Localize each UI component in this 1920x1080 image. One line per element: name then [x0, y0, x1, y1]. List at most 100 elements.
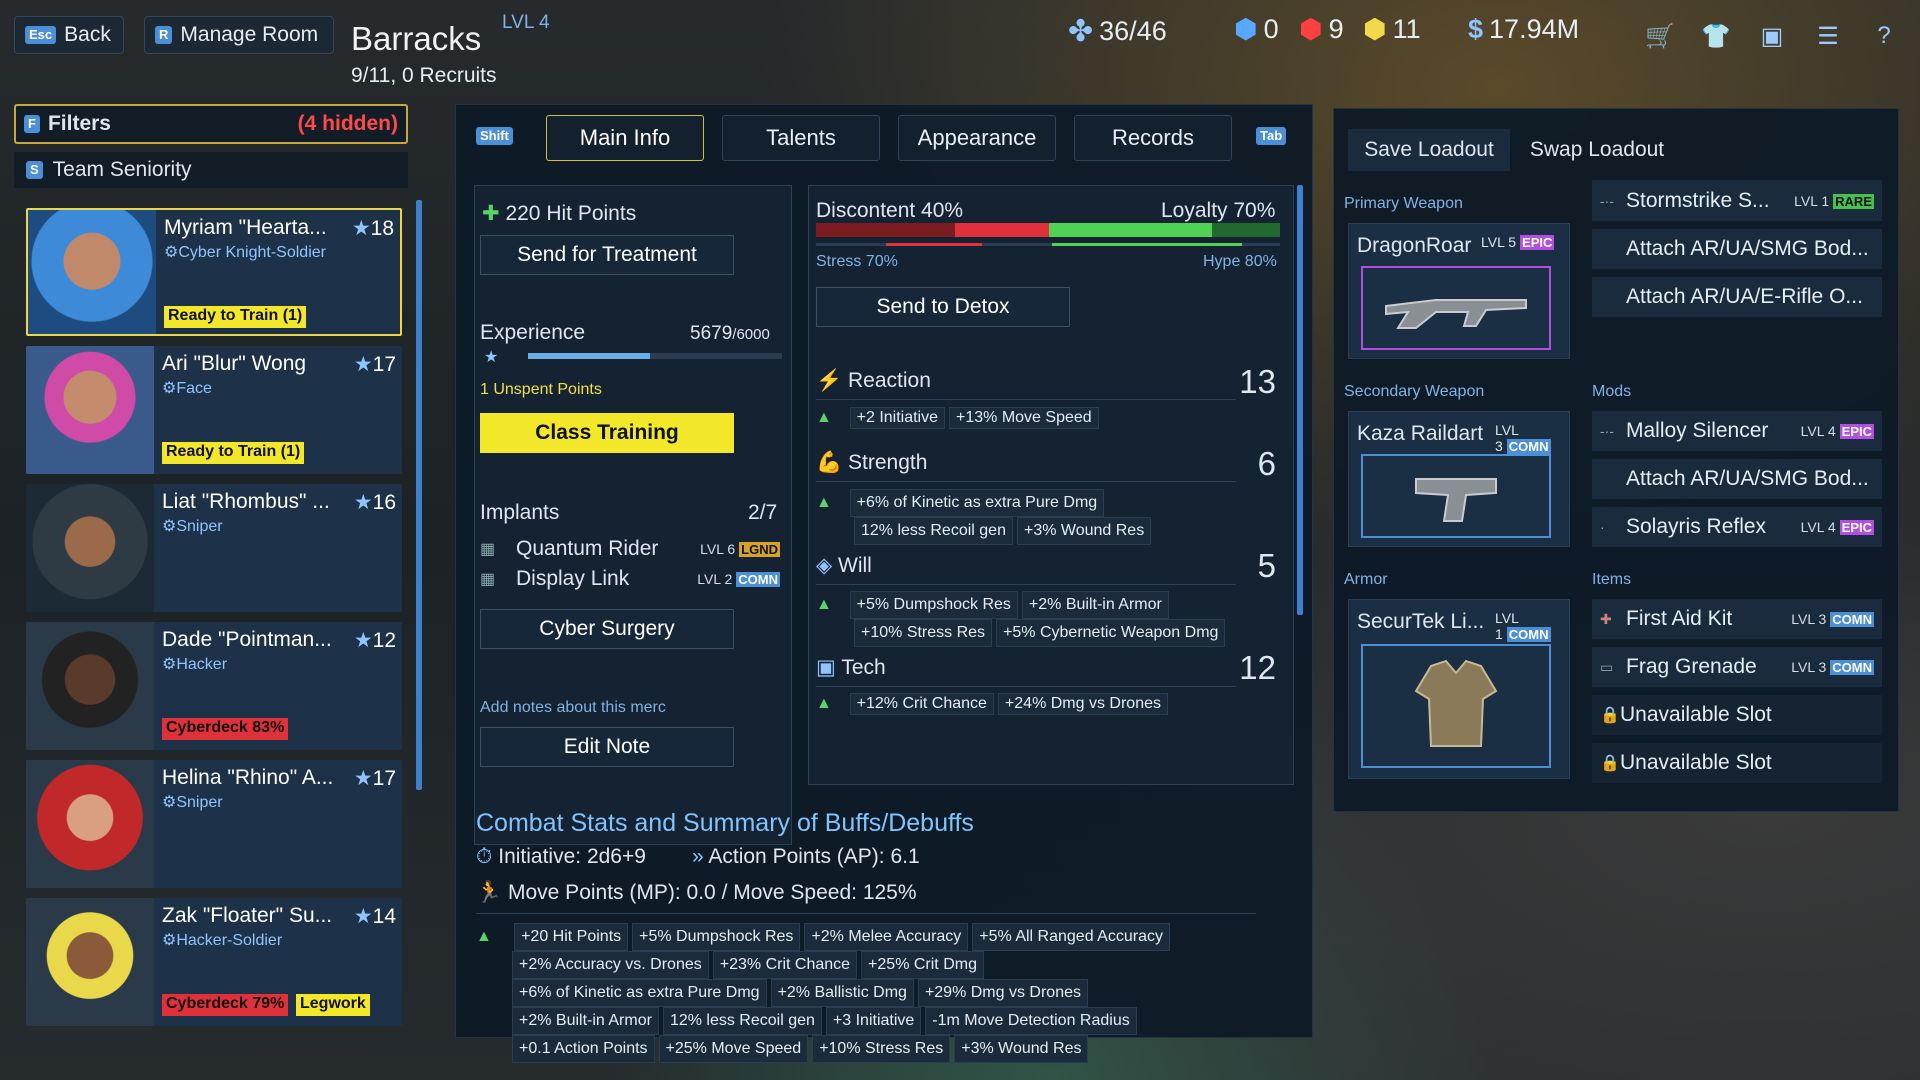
list-icon[interactable]: ☰: [1808, 16, 1848, 56]
merc-level-value: 14: [372, 905, 396, 928]
stat-strength[interactable]: 💪 Strength 6: [816, 445, 1286, 482]
merc-class: ⚙Cyber Knight-Soldier: [164, 244, 326, 261]
filters-button[interactable]: F Filters (4 hidden): [14, 104, 408, 144]
blue-value: 0: [1263, 14, 1279, 44]
merc-level-value: 18: [370, 217, 394, 240]
buff-chip: +3% Wound Res: [954, 1035, 1089, 1063]
rarity-badge: COMN: [1506, 627, 1551, 642]
initiative-text: Initiative: 2d6+9: [498, 845, 646, 868]
tab-main-info[interactable]: Main Info: [546, 115, 704, 161]
shirt-icon[interactable]: 👕: [1696, 16, 1736, 56]
merc-card[interactable]: Myriam "Hearta... ★18 ⚙Cyber Knight-Sold…: [26, 208, 402, 336]
mod-slot[interactable]: -·- Stormstrike S... LVL 1 RARE: [1592, 181, 1882, 221]
buff-chip: +5% Cybernetic Weapon Dmg: [996, 619, 1226, 647]
mod-slot[interactable]: Attach AR/UA/E-Rifle O...: [1592, 277, 1882, 317]
mod-name: Malloy Silencer: [1626, 419, 1769, 442]
swap-loadout-button[interactable]: Swap Loadout: [1516, 129, 1678, 171]
back-button[interactable]: Esc Back: [14, 16, 124, 54]
attributes-scrollbar[interactable]: [1297, 185, 1303, 615]
primary-weapon-card[interactable]: DragonRoar LVL 5 EPIC: [1348, 223, 1570, 359]
lock-icon: 🔒: [1600, 755, 1620, 772]
send-to-detox-button[interactable]: Send to Detox: [816, 287, 1070, 327]
mod-slot[interactable]: -·- Malloy Silencer LVL 4 EPIC: [1592, 411, 1882, 451]
save-loadout-button[interactable]: Save Loadout: [1348, 129, 1510, 171]
book-icon[interactable]: ▣: [1752, 16, 1792, 56]
stat-will[interactable]: ◈ Will 5: [816, 547, 1286, 585]
item-slot[interactable]: ✚ First Aid Kit LVL 3 COMN: [1592, 599, 1882, 639]
send-for-treatment-button[interactable]: Send for Treatment: [480, 235, 734, 275]
merc-level-value: 17: [372, 353, 396, 376]
action-points-text: Action Points (AP): 6.1: [708, 845, 920, 868]
stat-buffs: ▲ +5% Dumpshock Res +2% Built-in Armor +1…: [816, 591, 1229, 647]
buff-chip: +5% Dumpshock Res: [849, 591, 1018, 619]
filters-key: F: [24, 115, 40, 133]
manage-room-button[interactable]: R Manage Room: [144, 16, 334, 54]
stat-divider: [816, 399, 1236, 400]
item-slot[interactable]: 🔒 Unavailable Slot: [1592, 695, 1882, 735]
stat-tech[interactable]: ▣ Tech 12: [816, 649, 1286, 687]
buff-chip: +2% Accuracy vs. Drones: [512, 951, 709, 979]
item-slot[interactable]: 🔒 Unavailable Slot: [1592, 743, 1882, 783]
merc-list-scrollbar[interactable]: [416, 200, 422, 790]
merc-name: Liat "Rhombus" ...: [162, 490, 330, 513]
buff-chip: +3 Initiative: [825, 1007, 922, 1035]
merc-details-panel: Shift Main Info Talents Appearance Recor…: [455, 104, 1313, 1063]
mercs-icon: ✤: [1068, 15, 1094, 48]
weapon-name: DragonRoar: [1357, 234, 1472, 257]
merc-level: ★17: [354, 352, 396, 377]
class-training-button[interactable]: Class Training: [480, 413, 734, 453]
merc-card[interactable]: Ari "Blur" Wong ★17 ⚙Face Ready to Train…: [26, 346, 402, 474]
buff-chip: +2% Ballistic Dmg: [770, 979, 914, 1007]
cart-icon[interactable]: 🛒: [1640, 16, 1680, 56]
merc-class: ⚙Face: [162, 380, 212, 397]
edit-note-button[interactable]: Edit Note: [480, 727, 734, 767]
tab-records[interactable]: Records: [1074, 115, 1232, 161]
help-icon[interactable]: ?: [1864, 16, 1904, 56]
hp-icon: ✚: [482, 202, 500, 225]
merc-class-text: Sniper: [176, 794, 223, 811]
mod-name: Attach AR/UA/SMG Bod...: [1626, 467, 1869, 490]
armor-card[interactable]: SecurTek Li... LVL 1 COMN: [1348, 599, 1570, 779]
merc-card[interactable]: Zak "Floater" Su... ★14 ⚙Hacker-Soldier …: [26, 898, 402, 1026]
mod-slot[interactable]: Attach AR/UA/SMG Bod...: [1592, 229, 1882, 269]
tab-appearance[interactable]: Appearance: [898, 115, 1056, 161]
secondary-weapon-card[interactable]: Kaza Raildart LVL 3 COMN: [1348, 411, 1570, 547]
mod-slot[interactable]: Attach AR/UA/SMG Bod...: [1592, 459, 1882, 499]
implant-icon: ▦: [480, 541, 496, 558]
merc-portrait: [26, 760, 154, 888]
cyber-surgery-button[interactable]: Cyber Surgery: [480, 609, 734, 649]
star-icon: ★: [353, 767, 373, 790]
rarity-badge: COMN: [736, 571, 780, 587]
rank-star-icon: ★: [484, 349, 499, 366]
notes-label: Add notes about this merc: [480, 699, 666, 716]
shield-icon: ◈: [816, 554, 833, 577]
loadout-panel: Save Loadout Swap Loadout Primary Weapon…: [1333, 108, 1899, 812]
rarity-badge: EPIC: [1839, 423, 1874, 439]
merc-level: ★18: [352, 216, 394, 241]
merc-card[interactable]: Liat "Rhombus" ... ★16 ⚙Sniper: [26, 484, 402, 612]
filters-label: Filters: [47, 112, 111, 135]
money-value: 17.94M: [1489, 14, 1580, 44]
sort-button[interactable]: S Team Seniority: [14, 152, 408, 188]
merc-name: Helina "Rhino" A...: [162, 766, 334, 789]
tab-talents[interactable]: Talents: [722, 115, 880, 161]
loyalty-segment: [1049, 223, 1212, 237]
stat-reaction[interactable]: ⚡ Reaction 13: [816, 363, 1286, 400]
rarity-badge: EPIC: [1520, 235, 1555, 250]
mod-level: LVL 4: [1800, 519, 1836, 535]
implant-row[interactable]: ▦ Quantum Rider LVL 6 LGND: [480, 537, 780, 561]
item-slot[interactable]: ▭ Frag Grenade LVL 3 COMN: [1592, 647, 1882, 687]
buff-chip: +5% All Ranged Accuracy: [972, 923, 1170, 951]
buff-chip: +0.1 Action Points: [512, 1035, 655, 1063]
implant-row[interactable]: ▦ Display Link LVL 2 COMN: [480, 567, 780, 591]
buff-chip: +25% Crit Dmg: [861, 951, 984, 979]
secondary-weapon-label: Secondary Weapon: [1344, 383, 1485, 400]
mod-slot[interactable]: · Solayris Reflex LVL 4 EPIC: [1592, 507, 1882, 547]
merc-card[interactable]: Dade "Pointman... ★12 ⚙Hacker Cyberdeck …: [26, 622, 402, 750]
merc-status-tag: Ready to Train (1): [162, 442, 305, 464]
merc-status-tag: Legwork: [296, 994, 370, 1016]
pistol-icon: [1361, 454, 1551, 538]
merc-card[interactable]: Helina "Rhino" A... ★17 ⚙Sniper: [26, 760, 402, 888]
star-icon: ★: [353, 905, 373, 928]
grenade-icon: ▭: [1600, 658, 1614, 675]
